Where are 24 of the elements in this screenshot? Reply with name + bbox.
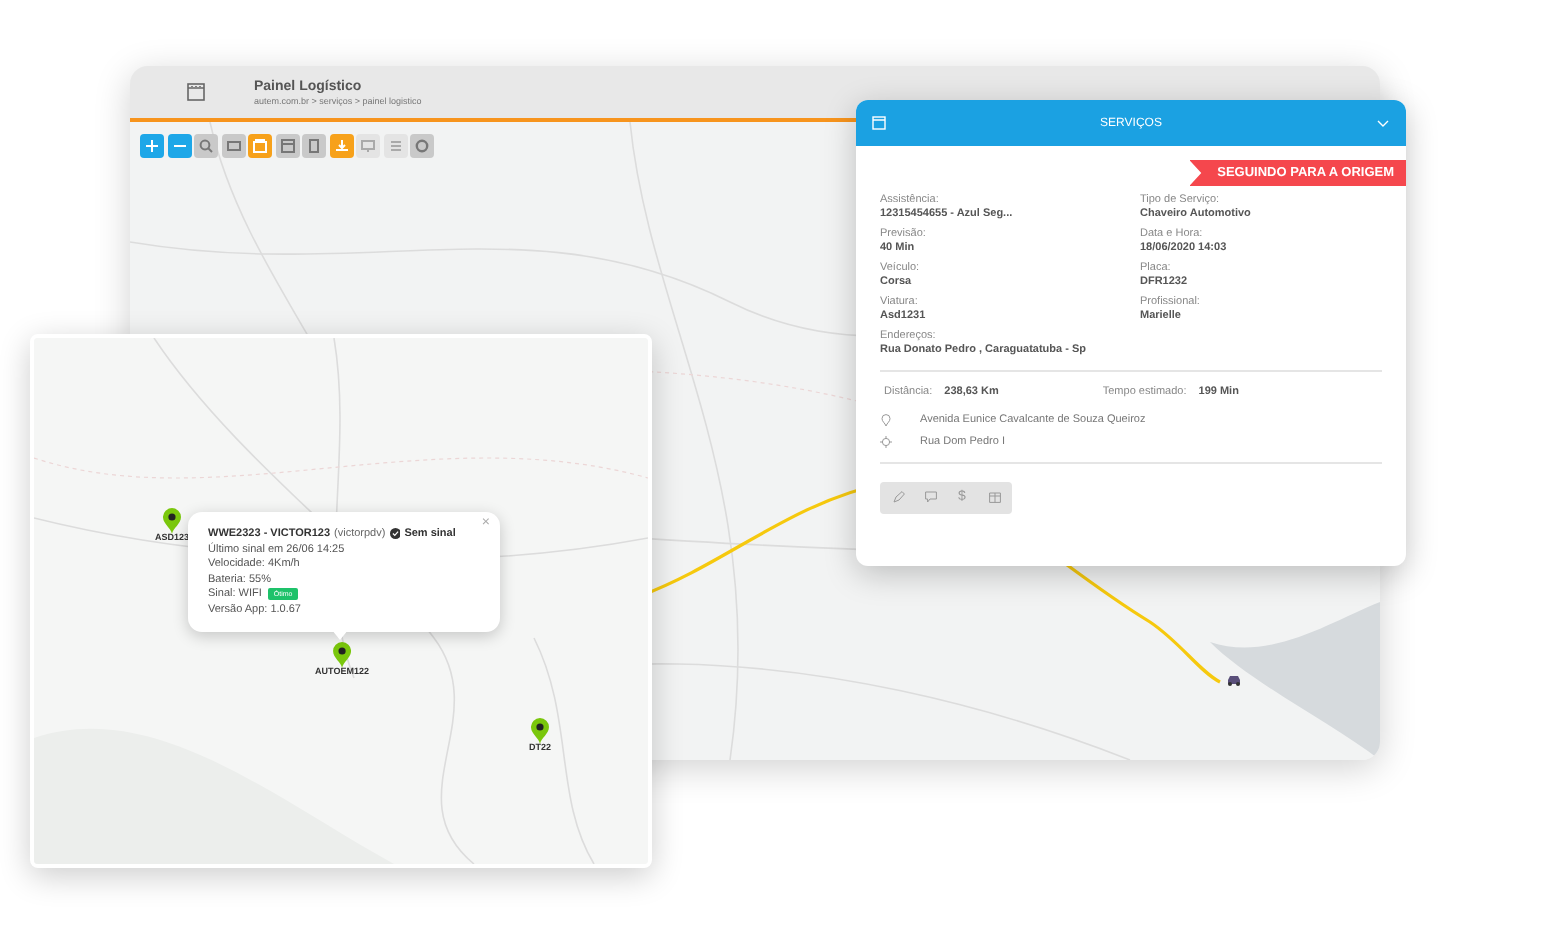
toolbar-button[interactable] [329,134,353,158]
chevron-down-icon[interactable] [1376,116,1390,130]
calendar-icon [277,136,297,156]
location-pin-icon [880,414,892,426]
toolbar-button[interactable] [248,134,272,158]
calendar-icon [250,136,270,156]
map-pin-icon[interactable] [163,508,181,534]
toolbar-button[interactable] [221,134,245,158]
download-icon [331,136,351,156]
list-icon [385,136,405,156]
monitor-icon [358,136,378,156]
toolbar-button[interactable] [194,134,218,158]
map-pin-icon[interactable] [333,642,351,668]
crosshair-icon [880,436,892,448]
car-icon [1226,674,1242,686]
toolbar-button[interactable] [275,134,299,158]
map-pin-icon[interactable] [531,718,549,744]
search-icon [196,136,216,156]
calendar-icon [872,116,886,130]
toolbar-button[interactable] [167,134,191,158]
calendar-icon [186,82,206,102]
rectangle-icon [223,136,243,156]
toolbar-button[interactable] [140,134,164,158]
plus-icon [142,136,162,156]
